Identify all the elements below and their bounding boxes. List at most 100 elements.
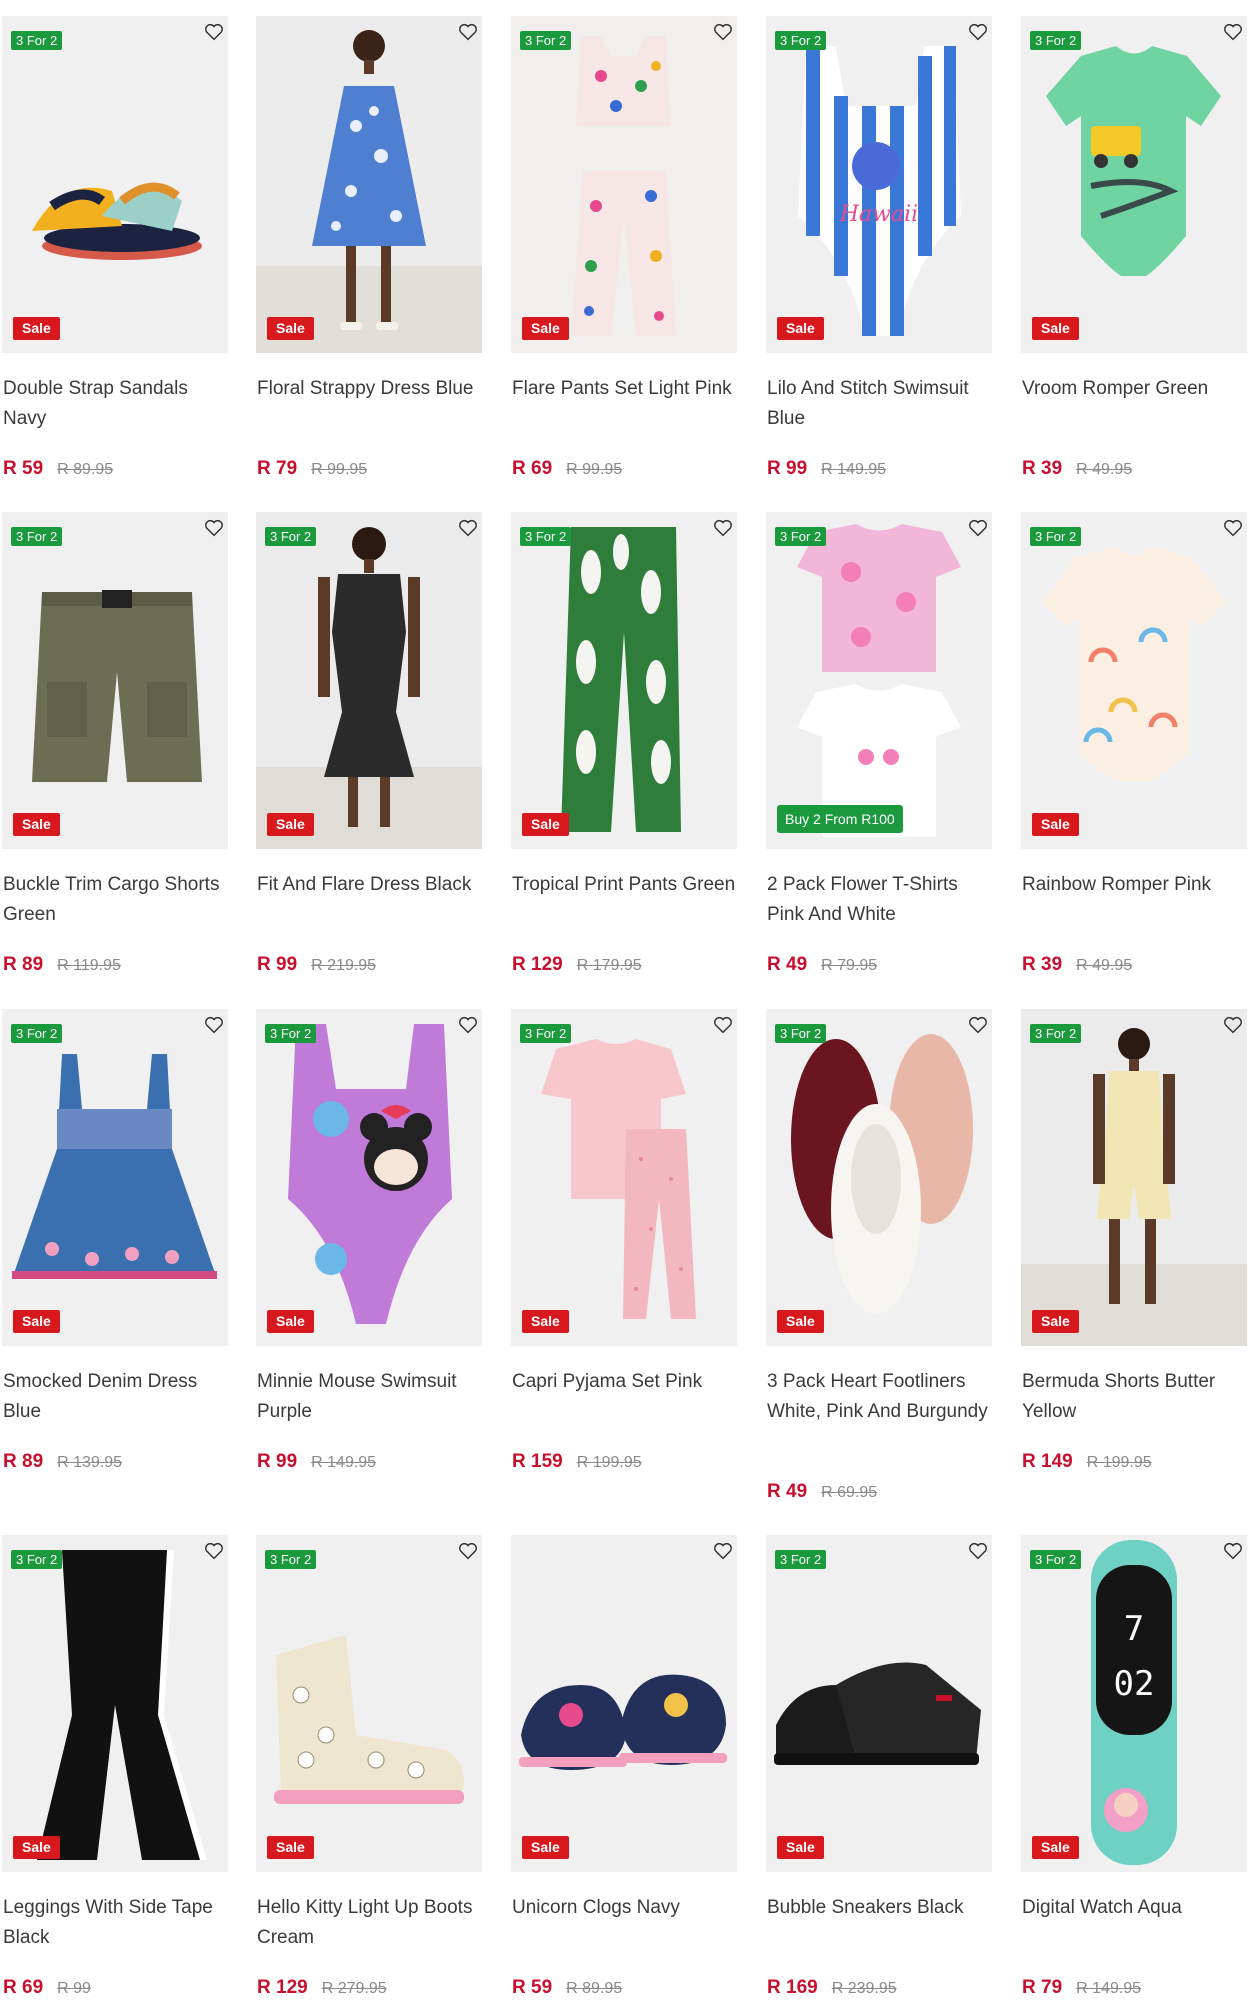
wishlist-heart-icon[interactable] <box>967 1014 989 1036</box>
product-title[interactable]: Smocked Denim Dress Blue <box>3 1367 229 1427</box>
sale-badge: Sale <box>1032 1310 1079 1333</box>
original-price: R 49.95 <box>1076 957 1133 974</box>
product-title[interactable]: Bermuda Shorts Butter Yellow <box>1022 1367 1248 1427</box>
wishlist-heart-icon[interactable] <box>967 1540 989 1562</box>
product-image[interactable]: 3 For 2 Sale <box>2 512 228 849</box>
product-image[interactable]: 3 For 2 Sale <box>256 1535 482 1872</box>
sale-price: R 169 <box>767 1977 818 1998</box>
wishlist-heart-icon[interactable] <box>712 21 734 43</box>
wishlist-heart-icon[interactable] <box>457 1014 479 1036</box>
product-image[interactable]: 3 For 2 Sale <box>511 1009 737 1346</box>
pyjama-icon <box>511 1009 737 1346</box>
product-title[interactable]: Rainbow Romper Pink <box>1022 870 1248 900</box>
promo-badge: 3 For 2 <box>11 1550 63 1569</box>
dress-icon <box>256 512 482 849</box>
product-title[interactable]: Minnie Mouse Swimsuit Purple <box>257 1367 483 1427</box>
product-title[interactable]: Unicorn Clogs Navy <box>512 1893 738 1923</box>
pants-set-icon <box>511 16 737 353</box>
original-price: R 219.95 <box>311 957 377 974</box>
product-image[interactable]: Hawaii 3 For 2 Sale <box>766 16 992 353</box>
boots-icon <box>256 1535 482 1872</box>
sale-badge: Sale <box>13 813 60 836</box>
product-image[interactable]: 3 For 2 Sale <box>2 1009 228 1346</box>
product-title[interactable]: Leggings With Side Tape Black <box>3 1893 229 1953</box>
wishlist-heart-icon[interactable] <box>1222 517 1244 539</box>
product-title[interactable]: Floral Strappy Dress Blue <box>257 374 483 404</box>
product-image[interactable]: Sale <box>256 16 482 353</box>
sale-price: R 69 <box>3 1977 44 1998</box>
product-image[interactable]: 3 For 2 Sale <box>511 512 737 849</box>
product-image[interactable]: 3 For 2 Sale <box>1021 1009 1247 1346</box>
product-image[interactable]: 3 For 2 Sale <box>256 512 482 849</box>
sale-badge: Sale <box>1032 317 1079 340</box>
wishlist-heart-icon[interactable] <box>457 21 479 43</box>
wishlist-heart-icon[interactable] <box>712 1540 734 1562</box>
product-image[interactable]: 3 For 2 Sale <box>1021 16 1247 353</box>
product-title[interactable]: Bubble Sneakers Black <box>767 1893 993 1923</box>
product-title[interactable]: Flare Pants Set Light Pink <box>512 374 738 404</box>
price: R 69 R 99 <box>3 1977 91 1999</box>
romper-icon <box>1021 512 1247 849</box>
product-image[interactable]: 3 For 2 Sale <box>766 1535 992 1872</box>
product-title[interactable]: 2 Pack Flower T-Shirts Pink And White <box>767 870 993 930</box>
sale-badge: Sale <box>777 1310 824 1333</box>
product-image[interactable]: 3 For 2 Buy 2 From R100 <box>766 512 992 849</box>
product-title[interactable]: Vroom Romper Green <box>1022 374 1248 404</box>
original-price: R 199.95 <box>1086 1454 1152 1471</box>
swimsuit-icon: Hawaii <box>766 16 992 353</box>
wishlist-heart-icon[interactable] <box>967 21 989 43</box>
sale-badge: Sale <box>13 317 60 340</box>
original-price: R 99.95 <box>566 461 623 478</box>
price: R 89 R 119.95 <box>3 954 121 976</box>
sale-badge: Sale <box>267 317 314 340</box>
product-image[interactable]: 3 For 2 Sale <box>2 1535 228 1872</box>
price: R 39 R 49.95 <box>1022 954 1132 976</box>
promo-badge: 3 For 2 <box>265 1024 317 1043</box>
price: R 49 R 79.95 <box>767 954 877 976</box>
product-image[interactable]: 3 For 2 Sale <box>2 16 228 353</box>
wishlist-heart-icon[interactable] <box>457 1540 479 1562</box>
sale-badge: Sale <box>1032 813 1079 836</box>
wishlist-heart-icon[interactable] <box>1222 21 1244 43</box>
product-title[interactable]: Buckle Trim Cargo Shorts Green <box>3 870 229 930</box>
product-title[interactable]: Hello Kitty Light Up Boots Cream <box>257 1893 483 1953</box>
promo-badge: 3 For 2 <box>520 527 572 546</box>
wishlist-heart-icon[interactable] <box>203 1014 225 1036</box>
promo-badge: 3 For 2 <box>11 1024 63 1043</box>
sale-badge: Sale <box>1032 1836 1079 1859</box>
product-image[interactable]: Sale <box>511 1535 737 1872</box>
original-price: R 119.95 <box>57 957 121 974</box>
product-image[interactable]: 3 For 2 Sale <box>511 16 737 353</box>
promo-badge: 3 For 2 <box>265 1550 317 1569</box>
wishlist-heart-icon[interactable] <box>203 1540 225 1562</box>
wishlist-heart-icon[interactable] <box>203 21 225 43</box>
sale-price: R 159 <box>512 1451 563 1472</box>
wishlist-heart-icon[interactable] <box>457 517 479 539</box>
product-title[interactable]: 3 Pack Heart Footliners White, Pink And … <box>767 1367 993 1427</box>
leggings-icon <box>2 1535 228 1872</box>
wishlist-heart-icon[interactable] <box>712 1014 734 1036</box>
product-title[interactable]: Lilo And Stitch Swimsuit Blue <box>767 374 993 434</box>
product-image[interactable]: 3 For 2 Sale <box>256 1009 482 1346</box>
product-title[interactable]: Capri Pyjama Set Pink <box>512 1367 738 1397</box>
sale-badge: Sale <box>267 813 314 836</box>
product-image[interactable]: 3 For 2 Sale <box>766 1009 992 1346</box>
wishlist-heart-icon[interactable] <box>712 517 734 539</box>
product-title[interactable]: Double Strap Sandals Navy <box>3 374 229 434</box>
original-price: R 89.95 <box>566 1980 623 1997</box>
promo-badge: 3 For 2 <box>11 527 63 546</box>
sale-price: R 49 <box>767 1481 808 1502</box>
wishlist-heart-icon[interactable] <box>203 517 225 539</box>
wishlist-heart-icon[interactable] <box>967 517 989 539</box>
product-image[interactable]: 3 For 2 Sale <box>1021 512 1247 849</box>
promo-badge: 3 For 2 <box>1030 1024 1082 1043</box>
product-title[interactable]: Fit And Flare Dress Black <box>257 870 483 900</box>
product-image[interactable]: 7 02 3 For 2 Sale <box>1021 1535 1247 1872</box>
product-title[interactable]: Tropical Print Pants Green <box>512 870 738 900</box>
product-title[interactable]: Digital Watch Aqua <box>1022 1893 1248 1923</box>
promo-badge: 3 For 2 <box>775 1550 827 1569</box>
wishlist-heart-icon[interactable] <box>1222 1540 1244 1562</box>
sale-badge: Sale <box>13 1310 60 1333</box>
wishlist-heart-icon[interactable] <box>1222 1014 1244 1036</box>
original-price: R 179.95 <box>576 957 642 974</box>
